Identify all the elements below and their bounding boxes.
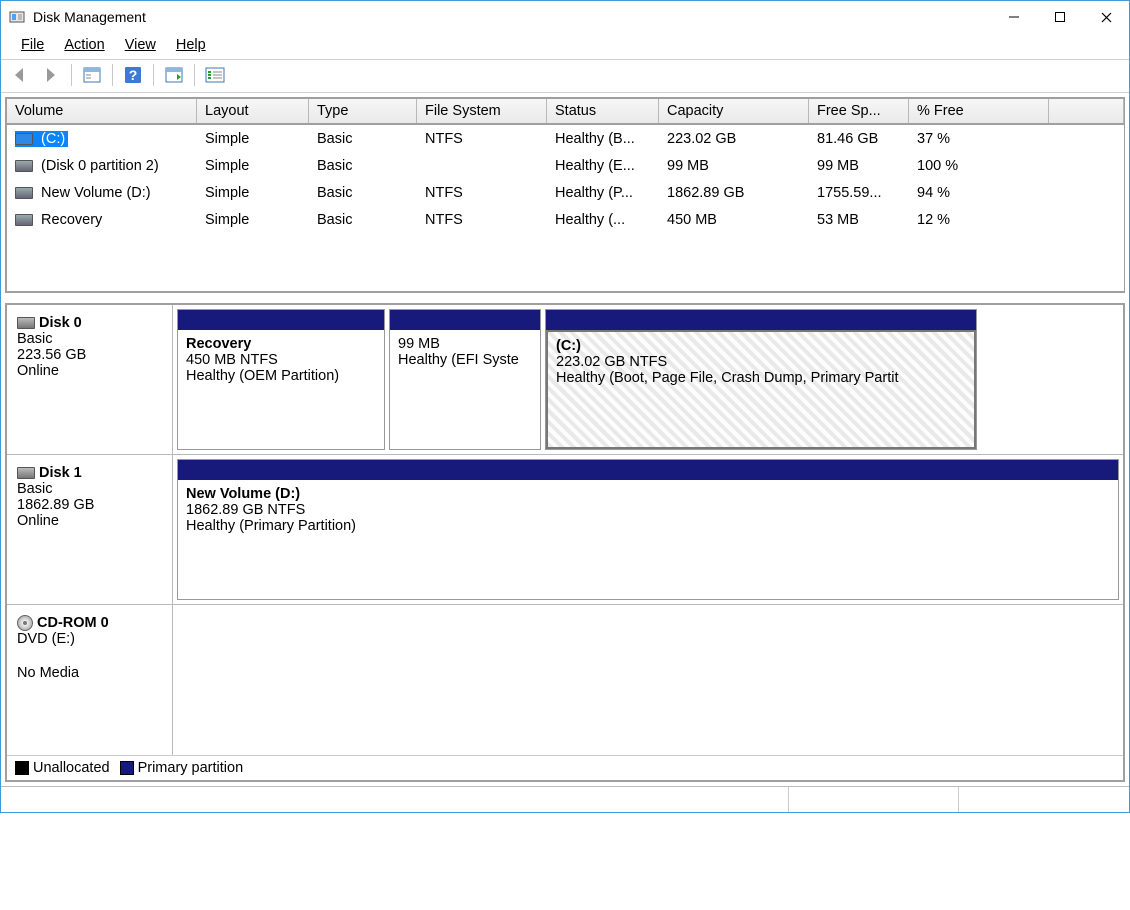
disk-icon [17, 317, 35, 329]
partition-header [546, 310, 976, 330]
col-pct-free[interactable]: % Free [909, 99, 1049, 123]
volume-name: Recovery [41, 212, 102, 228]
toolbar: ? [1, 59, 1129, 93]
minimize-button[interactable] [991, 2, 1037, 32]
properties-icon[interactable] [80, 63, 104, 87]
col-status[interactable]: Status [547, 99, 659, 123]
col-type[interactable]: Type [309, 99, 417, 123]
back-button[interactable] [9, 63, 33, 87]
volume-name: New Volume (D:) [41, 185, 151, 201]
volume-list-header: Volume Layout Type File System Status Ca… [7, 99, 1124, 125]
help-icon[interactable]: ? [121, 63, 145, 87]
disk-row: Disk 0 Basic 223.56 GB Online Recovery 4… [7, 305, 1123, 455]
legend-unallocated: Unallocated [33, 760, 110, 776]
disk-type: Basic [17, 331, 162, 347]
partition-name: Recovery [186, 336, 376, 352]
col-volume[interactable]: Volume [7, 99, 197, 123]
volume-icon [15, 187, 33, 199]
partition-name: (C:) [556, 338, 966, 354]
list-icon[interactable] [203, 63, 227, 87]
disk-info[interactable]: Disk 0 Basic 223.56 GB Online [7, 305, 173, 454]
app-icon [9, 9, 25, 25]
partition-size: 450 MB NTFS [186, 352, 376, 368]
disk-type: Basic [17, 481, 162, 497]
menubar: File Action View Help [1, 33, 1129, 59]
partition-status: Healthy (Boot, Page File, Crash Dump, Pr… [556, 370, 966, 386]
volume-icon [15, 160, 33, 172]
disk-name: Disk 1 [39, 465, 82, 481]
cdrom-state: No Media [17, 665, 162, 681]
volume-row[interactable]: New Volume (D:) Simple Basic NTFS Health… [7, 179, 1124, 206]
disk-name: CD-ROM 0 [37, 615, 109, 631]
col-capacity[interactable]: Capacity [659, 99, 809, 123]
disk-row: Disk 1 Basic 1862.89 GB Online New Volum… [7, 455, 1123, 605]
disk-info[interactable]: CD-ROM 0 DVD (E:) No Media [7, 605, 173, 755]
titlebar: Disk Management [1, 1, 1129, 33]
legend-unallocated-swatch [15, 761, 29, 775]
partition-size: 1862.89 GB NTFS [186, 502, 1110, 518]
partition-selected[interactable]: (C:) 223.02 GB NTFS Healthy (Boot, Page … [545, 309, 977, 450]
volume-row[interactable]: (Disk 0 partition 2) Simple Basic Health… [7, 152, 1124, 179]
col-spare[interactable] [1049, 99, 1124, 123]
disk-icon [17, 467, 35, 479]
menu-help[interactable]: Help [166, 35, 216, 55]
disk-size: 223.56 GB [17, 347, 162, 363]
col-layout[interactable]: Layout [197, 99, 309, 123]
partition[interactable]: New Volume (D:) 1862.89 GB NTFS Healthy … [177, 459, 1119, 600]
partition-size: 99 MB [398, 336, 532, 352]
volume-name: (C:) [41, 131, 65, 147]
col-free[interactable]: Free Sp... [809, 99, 909, 123]
cell-fs: NTFS [417, 127, 547, 151]
volume-list[interactable]: Volume Layout Type File System Status Ca… [5, 97, 1125, 293]
menu-view[interactable]: View [115, 35, 166, 55]
partition-size: 223.02 GB NTFS [556, 354, 966, 370]
volume-row[interactable]: (C:) Simple Basic NTFS Healthy (B... 223… [7, 125, 1124, 152]
volume-icon [15, 133, 33, 145]
disk-management-window: Disk Management File Action View Help ? … [0, 0, 1130, 813]
disk-row: CD-ROM 0 DVD (E:) No Media [7, 605, 1123, 755]
menu-file[interactable]: File [11, 35, 54, 55]
cdrom-icon [17, 615, 33, 631]
partition[interactable]: 99 MB Healthy (EFI Syste [389, 309, 541, 450]
partition-header [178, 460, 1118, 480]
legend: Unallocated Primary partition [7, 755, 1123, 780]
col-filesystem[interactable]: File System [417, 99, 547, 123]
cell-type: Basic [309, 127, 417, 151]
disk-size: 1862.89 GB [17, 497, 162, 513]
partition-status: Healthy (EFI Syste [398, 352, 532, 368]
cell-free: 81.46 GB [809, 127, 909, 151]
cell-capacity: 223.02 GB [659, 127, 809, 151]
partition-header [178, 310, 384, 330]
cell-pct: 37 % [909, 127, 1049, 151]
forward-button[interactable] [39, 63, 63, 87]
cell-layout: Simple [197, 127, 309, 151]
svg-text:?: ? [129, 67, 138, 83]
partition[interactable]: Recovery 450 MB NTFS Healthy (OEM Partit… [177, 309, 385, 450]
partition-status: Healthy (Primary Partition) [186, 518, 1110, 534]
statusbar [1, 786, 1129, 812]
close-button[interactable] [1083, 2, 1129, 32]
window-title: Disk Management [33, 9, 991, 25]
legend-primary: Primary partition [138, 760, 244, 776]
graphical-view: Disk 0 Basic 223.56 GB Online Recovery 4… [5, 303, 1125, 782]
cdrom-letter: DVD (E:) [17, 631, 162, 647]
maximize-button[interactable] [1037, 2, 1083, 32]
cell-status: Healthy (B... [547, 127, 659, 151]
volume-row[interactable]: Recovery Simple Basic NTFS Healthy (... … [7, 206, 1124, 233]
volume-name: (Disk 0 partition 2) [41, 158, 159, 174]
refresh-icon[interactable] [162, 63, 186, 87]
disk-info[interactable]: Disk 1 Basic 1862.89 GB Online [7, 455, 173, 604]
disk-state: Online [17, 363, 162, 379]
partition-header [390, 310, 540, 330]
partition-status: Healthy (OEM Partition) [186, 368, 376, 384]
disk-name: Disk 0 [39, 315, 82, 331]
volume-icon [15, 214, 33, 226]
partition-name: New Volume (D:) [186, 486, 1110, 502]
disk-state: Online [17, 513, 162, 529]
legend-primary-swatch [120, 761, 134, 775]
menu-action[interactable]: Action [54, 35, 114, 55]
